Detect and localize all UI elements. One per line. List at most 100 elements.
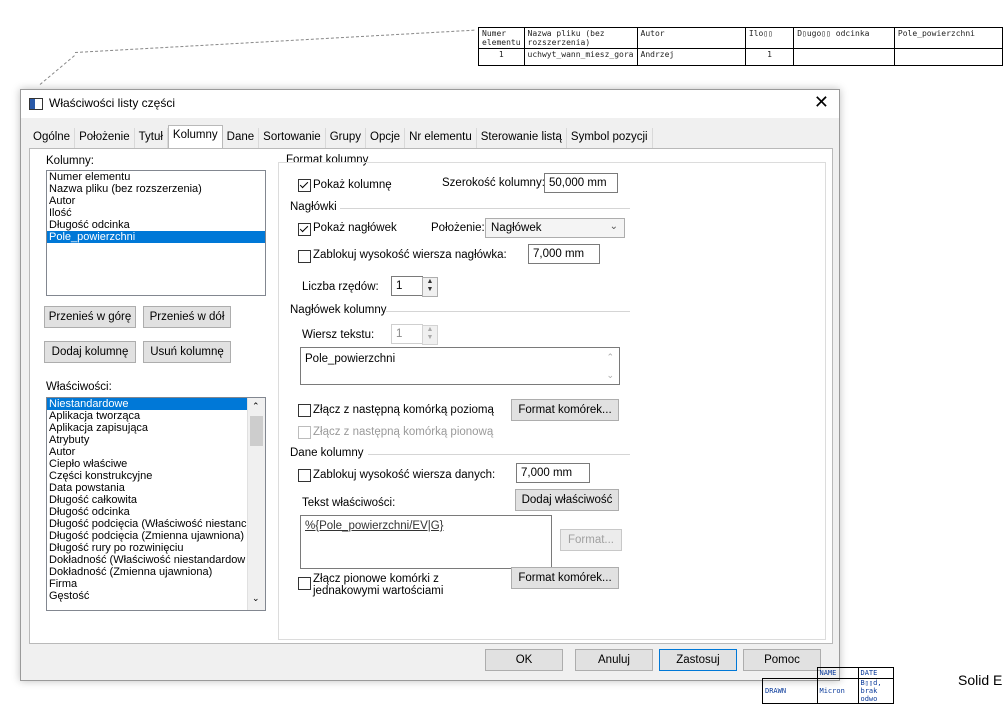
scroll-up-icon[interactable]: ⌃ [252, 400, 260, 412]
table-header-cell: Nazwa pliku (bez rozszerzenia) [523, 27, 638, 49]
format-cells-button[interactable]: Format komórek... [511, 399, 619, 421]
list-item[interactable]: Długość całkowita [47, 494, 247, 506]
table-cell: uchwyt_wann_miesz_gora [523, 48, 638, 66]
tab-tytul[interactable]: Tytuł [134, 128, 168, 148]
column-width-label: Szerokość kolumny: [442, 177, 545, 189]
rows-count-stepper[interactable]: ▲ ▼ [422, 277, 438, 297]
list-item[interactable]: Ilość [47, 207, 265, 219]
lock-header-height-checkbox[interactable] [298, 250, 311, 263]
list-item-selected[interactable]: Pole_powierzchni [47, 231, 265, 243]
merge-vertical-checkbox[interactable] [298, 426, 311, 439]
scroll-thumb[interactable] [250, 416, 263, 446]
table-header-row: Numer elementu Nazwa pliku (bez rozszerz… [478, 27, 1003, 49]
merge-vertical-same-line-2: jednakowymi wartościami [313, 585, 444, 597]
list-item-selected[interactable]: Niestandardowe [47, 398, 247, 410]
header-text-area[interactable]: Pole_powierzchni ⌃ ⌄ [300, 347, 620, 385]
list-item[interactable]: Długość podcięcia (Zmienna ujawniona) [47, 530, 247, 542]
drawing-leader-line [74, 29, 475, 53]
title-block-name-label: NAME [816, 667, 859, 679]
tab-polozenie[interactable]: Położenie [75, 128, 135, 148]
table-cell: Andrzej [636, 48, 746, 66]
title-block-drawn-name: Micron [816, 678, 859, 704]
ok-button[interactable]: OK [485, 649, 563, 671]
list-item[interactable]: Aplikacja zapisująca [47, 422, 247, 434]
merge-horizontal-label: Złącz z następną komórką poziomą [313, 404, 494, 416]
tab-sortowanie[interactable]: Sortowanie [259, 128, 326, 148]
merge-vertical-same-label: Złącz pionowe komórki z jednakowymi wart… [313, 573, 443, 597]
list-item[interactable]: Długość odcinka [47, 219, 265, 231]
apply-button[interactable]: Zastosuj [659, 649, 737, 671]
merge-vertical-same-checkbox[interactable] [298, 577, 311, 590]
list-item[interactable]: Dokładność (Zmienna ujawniona) [47, 566, 247, 578]
header-height-input[interactable]: 7,000 mm [528, 244, 600, 264]
table-header-cell: Pole_powierzchni [893, 27, 1003, 49]
properties-scrollbar[interactable]: ⌃ ⌄ [247, 398, 265, 610]
position-label: Położenie: [431, 222, 485, 234]
cancel-button[interactable]: Anuluj [575, 649, 653, 671]
list-item[interactable]: Ciepło właściwe [47, 458, 247, 470]
rows-count-label: Liczba rzędów: [302, 281, 379, 293]
property-text-area[interactable]: %{Pole_powierzchni/EV|G} [300, 515, 552, 569]
list-item[interactable]: Długość podcięcia (Właściwość niestanc [47, 518, 247, 530]
list-item[interactable]: Numer elementu [47, 171, 265, 183]
list-item[interactable]: Data powstania [47, 482, 247, 494]
add-column-button[interactable]: Dodaj kolumnę [44, 341, 136, 363]
tab-ogolne[interactable]: Ogólne [29, 128, 76, 148]
table-header-cell: D▯ugo▯▯ odcinka [793, 27, 895, 49]
rows-count-input[interactable]: 1 [391, 276, 423, 296]
add-property-button[interactable]: Dodaj właściwość [515, 489, 619, 511]
close-icon[interactable]: ✕ [814, 92, 829, 112]
dialog-title: Właściwości listy części [49, 96, 176, 110]
properties-listbox[interactable]: Niestandardowe Aplikacja tworząca Aplika… [46, 397, 266, 611]
move-down-button[interactable]: Przenieś w dół [143, 306, 231, 328]
list-item[interactable]: Długość rury po rozwinięciu [47, 542, 247, 554]
format-button[interactable]: Format... [560, 529, 622, 551]
columns-listbox[interactable]: Numer elementu Nazwa pliku (bez rozszerz… [46, 170, 266, 296]
scroll-up-icon: ⌃ [606, 352, 614, 362]
position-select[interactable]: Nagłówek ⌄ [485, 218, 625, 238]
list-item[interactable]: Autor [47, 195, 265, 207]
properties-label: Właściwości: [46, 381, 112, 393]
remove-column-button[interactable]: Usuń kolumnę [143, 341, 231, 363]
list-item[interactable]: Aplikacja tworząca [47, 410, 247, 422]
column-width-input[interactable]: 50,000 mm [544, 173, 618, 193]
list-item[interactable]: Autor [47, 446, 247, 458]
position-select-value: Nagłówek [491, 222, 542, 234]
lock-data-height-label: Zablokuj wysokość wiersza danych: [313, 469, 496, 481]
show-column-checkbox[interactable] [298, 179, 311, 192]
tab-dane[interactable]: Dane [222, 128, 260, 148]
dialog-titlebar[interactable]: Właściwości listy części ✕ [21, 90, 839, 118]
property-text-label: Tekst właściwości: [302, 497, 396, 509]
list-item[interactable]: Długość odcinka [47, 506, 247, 518]
merge-horizontal-checkbox[interactable] [298, 404, 311, 417]
tab-symbol-pozycji[interactable]: Symbol pozycji [566, 128, 653, 148]
tab-grupy[interactable]: Grupy [325, 128, 367, 148]
brand-text: Solid E [958, 672, 1003, 688]
data-height-input[interactable]: 7,000 mm [516, 463, 590, 483]
tab-opcje[interactable]: Opcje [366, 128, 406, 148]
list-item[interactable]: Gęstość [47, 590, 247, 602]
format-cells-button-2[interactable]: Format komórek... [511, 567, 619, 589]
divider [340, 208, 630, 209]
list-item[interactable]: Firma [47, 578, 247, 590]
list-item[interactable]: Części konstrukcyjne [47, 470, 247, 482]
show-header-checkbox[interactable] [298, 223, 311, 236]
lock-data-height-checkbox[interactable] [298, 469, 311, 482]
app-window-icon [29, 98, 43, 110]
tab-sterowanie-lista[interactable]: Sterowanie listą [476, 128, 567, 148]
list-item[interactable]: Dokładność (Właściwość niestandardow [47, 554, 247, 566]
table-header-cell: Numer elementu [478, 27, 525, 49]
list-item[interactable]: Atrybuty [47, 434, 247, 446]
drawing-leader-line-2 [39, 55, 75, 85]
tab-nr-elementu[interactable]: Nr elementu [405, 128, 477, 148]
text-row-input[interactable]: 1 [391, 324, 423, 344]
parts-list-properties-dialog: Właściwości listy części ✕ Ogólne Położe… [20, 89, 840, 681]
column-header-section-title: Nagłówek kolumny [290, 304, 387, 316]
text-row-stepper[interactable]: ▲ ▼ [422, 325, 438, 345]
move-up-button[interactable]: Przenieś w górę [44, 306, 136, 328]
columns-label: Kolumny: [46, 155, 94, 167]
tab-kolumny[interactable]: Kolumny [167, 125, 223, 149]
scroll-down-icon[interactable]: ⌄ [252, 592, 260, 604]
list-item[interactable]: Nazwa pliku (bez rozszerzenia) [47, 183, 265, 195]
show-header-label: Pokaż nagłówek [313, 222, 397, 234]
